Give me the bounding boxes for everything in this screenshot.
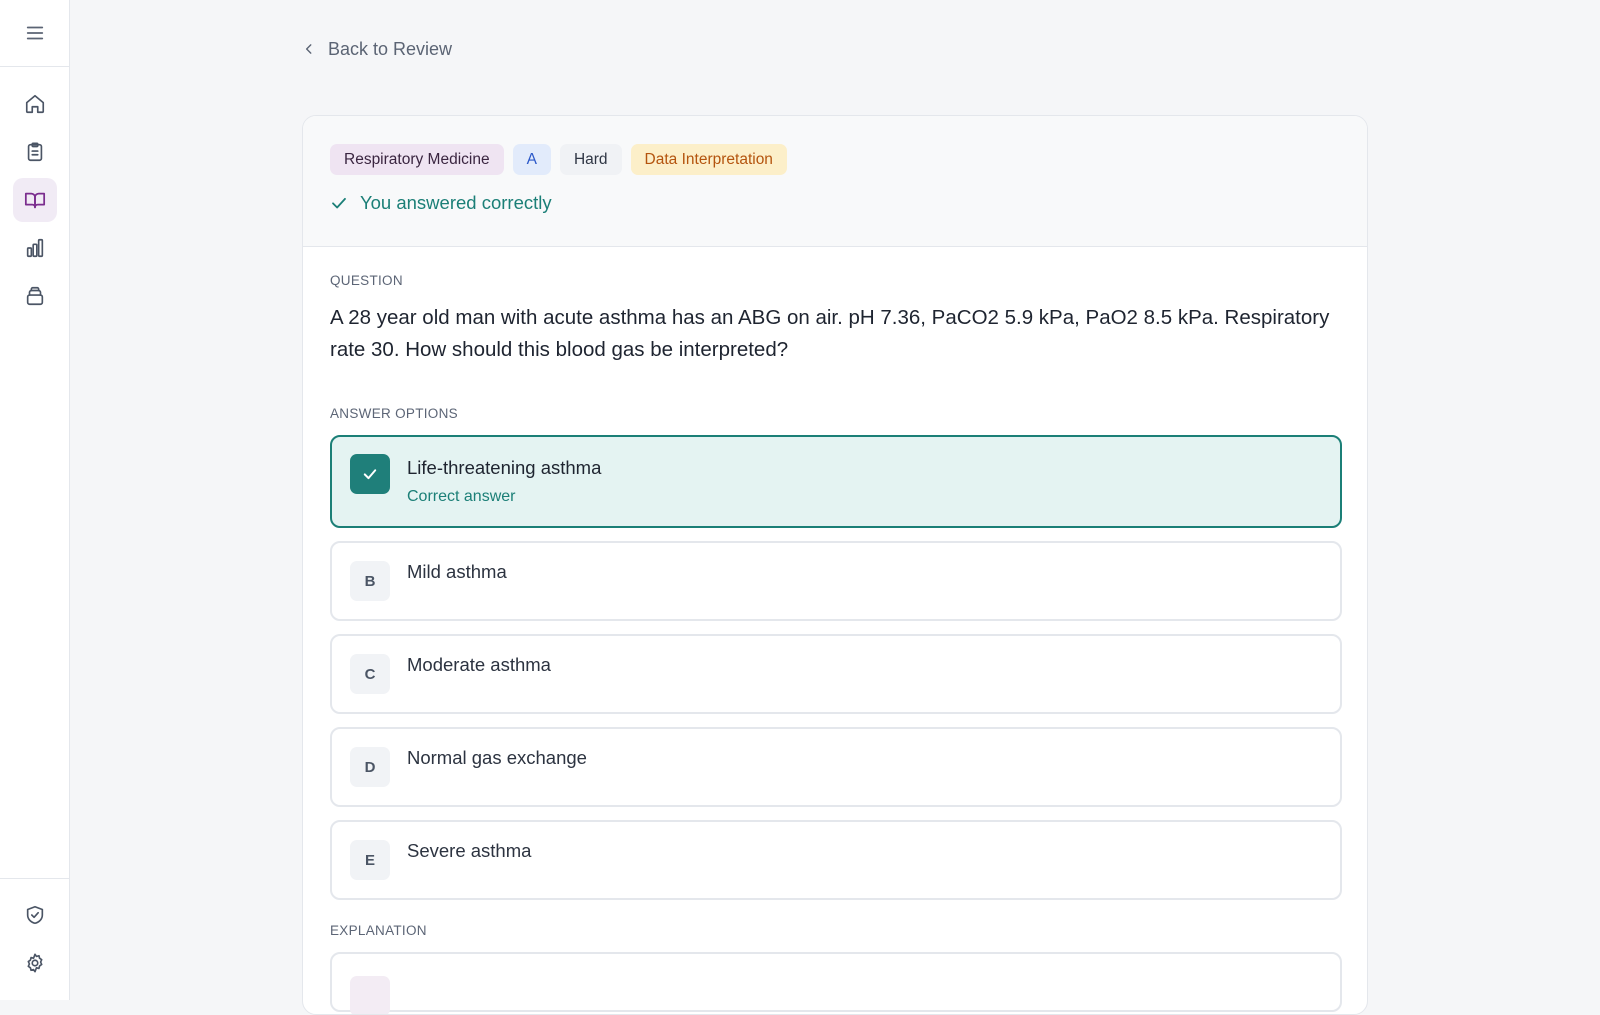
question-text: A 28 year old man with acute asthma has …: [330, 306, 1330, 361]
option-letter: B: [350, 561, 390, 601]
option-letter: D: [350, 747, 390, 787]
check-icon: [363, 469, 377, 480]
sidebar-item-privacy[interactable]: [13, 893, 57, 937]
answer-option-d[interactable]: D Normal gas exchange: [330, 727, 1342, 807]
answer-option-c[interactable]: C Moderate asthma: [330, 634, 1342, 714]
explanation-box: [330, 952, 1342, 1014]
option-letter: C: [350, 654, 390, 694]
bar-chart-icon: [24, 237, 46, 259]
correct-check-badge: [350, 454, 390, 494]
answer-options-label: ANSWER OPTIONS: [330, 406, 458, 421]
answer-option-a[interactable]: Life-threatening asthma Correct answer: [330, 435, 1342, 528]
sidebar: [0, 0, 70, 1000]
explanation-icon: [350, 976, 390, 1014]
answer-status-text: You answered correctly: [360, 192, 552, 213]
back-link-label: Back to Review: [328, 38, 453, 59]
chevron-left-icon: [302, 42, 316, 56]
answer-letter-tag: A: [512, 144, 551, 175]
option-text: Moderate asthma: [407, 654, 551, 675]
question-body: QUESTION A 28 year old man with acute as…: [303, 247, 1367, 1014]
question-card: Respiratory Medicine A Hard Data Interpr…: [302, 115, 1368, 1015]
option-text: Severe asthma: [407, 840, 532, 861]
option-text: Mild asthma: [407, 561, 507, 582]
question-header: Respiratory Medicine A Hard Data Interpr…: [303, 116, 1367, 247]
sidebar-item-quiz[interactable]: [13, 130, 57, 174]
back-to-review-link[interactable]: Back to Review: [302, 36, 452, 62]
sidebar-item-stats[interactable]: [13, 226, 57, 270]
sidebar-item-settings[interactable]: [13, 941, 57, 985]
gear-icon: [24, 952, 46, 974]
option-text: Life-threatening asthma: [407, 457, 602, 478]
option-letter: E: [350, 840, 390, 880]
answer-options: Life-threatening asthma Correct answer B…: [330, 435, 1342, 900]
tag-row: Respiratory Medicine A Hard Data Interpr…: [330, 144, 1340, 175]
check-icon: [330, 194, 348, 212]
answer-status: You answered correctly: [330, 192, 1340, 214]
difficulty-tag: Hard: [559, 144, 622, 175]
question-type-tag: Data Interpretation: [630, 144, 787, 175]
book-open-icon: [24, 189, 46, 211]
correct-answer-label: Correct answer: [407, 488, 516, 505]
menu-icon[interactable]: [24, 22, 46, 44]
home-icon: [24, 93, 46, 115]
sidebar-item-review[interactable]: [13, 178, 57, 222]
sidebar-item-library[interactable]: [13, 274, 57, 318]
layers-icon: [24, 285, 46, 307]
specialty-tag: Respiratory Medicine: [330, 144, 504, 175]
answer-option-e[interactable]: E Severe asthma: [330, 820, 1342, 900]
answer-option-b[interactable]: B Mild asthma: [330, 541, 1342, 621]
sidebar-header: [0, 0, 69, 67]
explanation-label: EXPLANATION: [330, 923, 427, 938]
sidebar-divider: [0, 878, 70, 879]
clipboard-icon: [24, 141, 46, 163]
shield-check-icon: [24, 904, 46, 926]
question-label: QUESTION: [330, 273, 403, 288]
sidebar-item-home[interactable]: [13, 82, 57, 126]
option-text: Normal gas exchange: [407, 747, 587, 768]
